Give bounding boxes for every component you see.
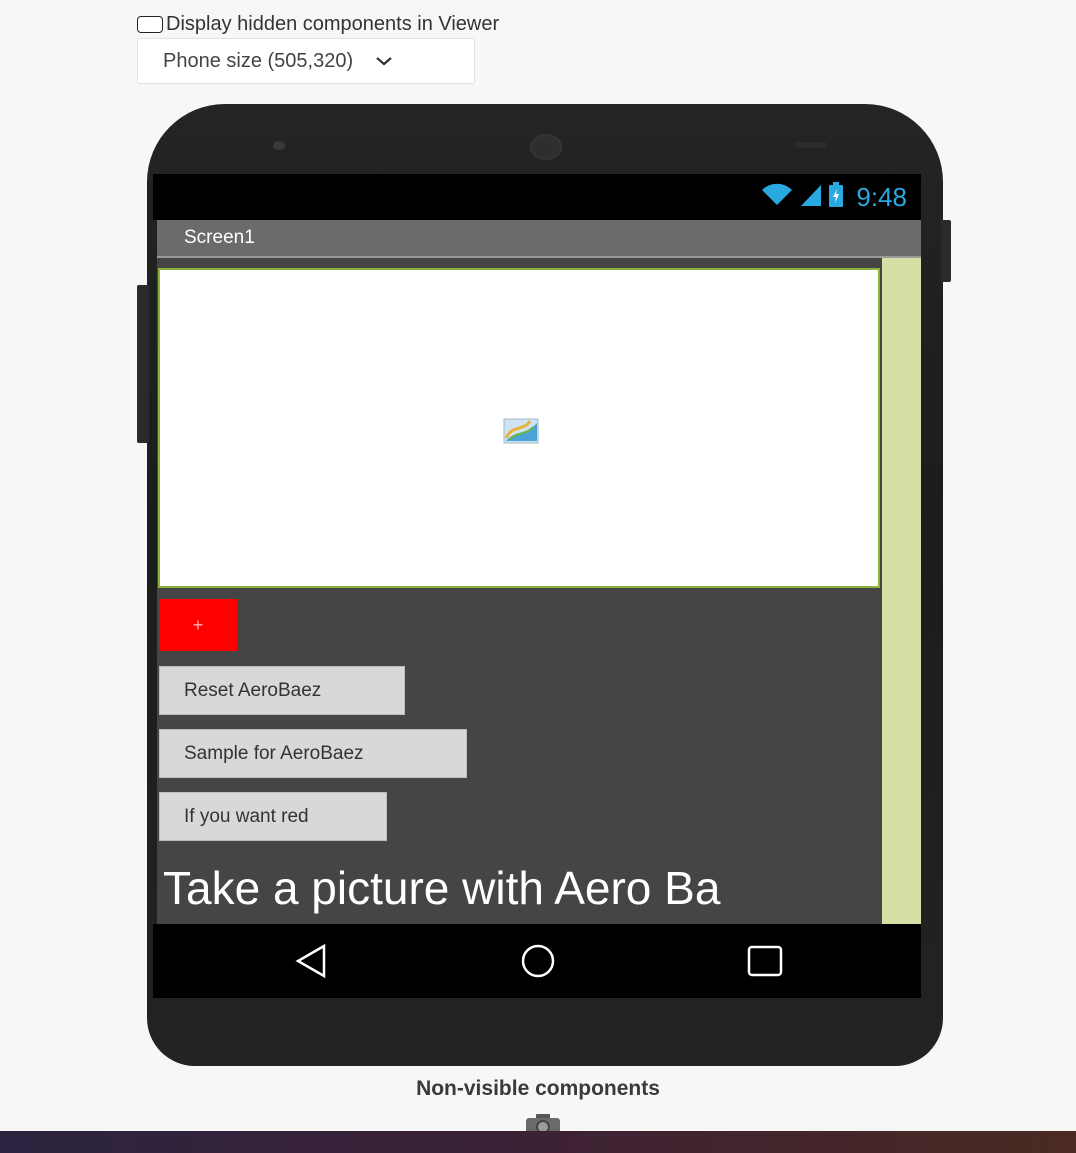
hidden-components-checkbox[interactable]: [137, 15, 163, 33]
phone-front-camera: [530, 134, 562, 160]
signal-icon: [800, 183, 822, 212]
sample-aerobaez-button[interactable]: Sample for AeroBaez: [159, 729, 467, 778]
screen-scroll-strip: [882, 258, 921, 924]
image-placeholder-icon: [503, 418, 539, 449]
phone-proximity-sensor: [795, 142, 827, 148]
android-nav-bar: [153, 924, 921, 998]
screen-title: Screen1: [157, 220, 921, 258]
non-visible-components-heading: Non-visible components: [416, 1077, 660, 1100]
back-icon[interactable]: [293, 942, 329, 985]
take-picture-label: Take a picture with Aero Ba: [163, 862, 721, 914]
phone-size-value: Phone size (505,320): [163, 49, 354, 72]
if-you-want-red-button[interactable]: If you want red: [159, 792, 387, 841]
phone-size-select[interactable]: Phone size (505,320): [137, 38, 475, 84]
wifi-icon: [760, 183, 794, 212]
hidden-components-toggle[interactable]: Display hidden components in Viewer: [137, 12, 499, 36]
phone-side-button-left: [137, 285, 149, 443]
home-icon[interactable]: [519, 942, 557, 985]
recents-icon[interactable]: [746, 942, 784, 985]
hidden-components-label: Display hidden components in Viewer: [166, 12, 500, 35]
red-button[interactable]: +: [159, 599, 237, 651]
desktop-taskbar-edge: [0, 1131, 1076, 1153]
status-clock: 9:48: [856, 181, 907, 212]
chevron-down-icon: [375, 50, 393, 73]
battery-icon: [828, 181, 844, 213]
reset-aerobaez-button[interactable]: Reset AeroBaez: [159, 666, 405, 715]
canvas-component[interactable]: [158, 268, 880, 588]
status-bar: 9:48: [153, 174, 921, 220]
phone-sensor: [273, 141, 285, 150]
phone-side-button-right: [941, 220, 951, 282]
